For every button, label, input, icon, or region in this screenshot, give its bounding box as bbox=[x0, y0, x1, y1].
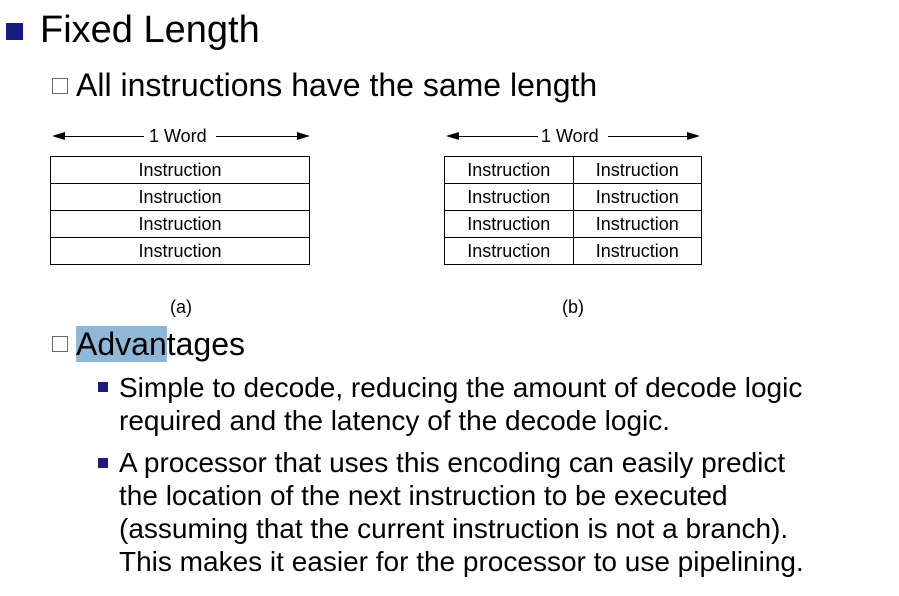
heading-bullet bbox=[6, 23, 23, 40]
instruction-cell: Instruction bbox=[444, 183, 574, 211]
ruler-label-b: 1 Word bbox=[541, 126, 599, 146]
right-arrow-icon bbox=[297, 132, 310, 140]
subheading-text: All instructions have the same length bbox=[76, 67, 598, 103]
table-row: Instruction Instruction bbox=[444, 237, 702, 265]
table-row: Instruction Instruction bbox=[444, 183, 702, 211]
instruction-table-a: Instruction Instruction Instruction Inst… bbox=[50, 156, 310, 265]
table-row: Instruction bbox=[50, 237, 310, 265]
instruction-cell: Instruction bbox=[50, 156, 310, 184]
word-ruler-a: 1 Word bbox=[52, 126, 310, 146]
instruction-cell: Instruction bbox=[50, 237, 310, 265]
title-rest-text: tages bbox=[166, 326, 246, 362]
instruction-cell: Instruction bbox=[444, 156, 574, 184]
list-item-bullet bbox=[98, 382, 108, 392]
caption-a: (a) bbox=[170, 297, 192, 317]
instruction-table-b: Instruction Instruction Instruction Inst… bbox=[444, 156, 702, 265]
instruction-cell: Instruction bbox=[50, 183, 310, 211]
advantages-bullet bbox=[52, 336, 68, 352]
caption-b: (b) bbox=[562, 297, 584, 317]
ruler-label-a: 1 Word bbox=[149, 126, 207, 146]
table-row: Instruction bbox=[50, 210, 310, 238]
right-arrow-icon bbox=[687, 132, 700, 140]
table-row: Instruction Instruction bbox=[444, 210, 702, 238]
instruction-cell: Instruction bbox=[572, 183, 702, 211]
list-item: Simple to decode, reducing the amount of… bbox=[119, 372, 803, 436]
instruction-cell: Instruction bbox=[572, 156, 702, 184]
instruction-cell: Instruction bbox=[50, 210, 310, 238]
list-item: A processor that uses this encoding can … bbox=[119, 447, 804, 577]
slide-heading: Fixed Length bbox=[40, 9, 260, 51]
instruction-cell: Instruction bbox=[444, 210, 574, 238]
subheading-bullet bbox=[52, 78, 68, 94]
instruction-cell: Instruction bbox=[572, 237, 702, 265]
table-row: Instruction bbox=[50, 156, 310, 184]
highlighted-text: Advan bbox=[76, 326, 167, 362]
word-ruler-b: 1 Word bbox=[446, 126, 700, 146]
advantages-title: Advantages bbox=[76, 325, 245, 363]
instruction-cell: Instruction bbox=[572, 210, 702, 238]
table-row: Instruction Instruction bbox=[444, 156, 702, 184]
instruction-cell: Instruction bbox=[444, 237, 574, 265]
list-item-bullet bbox=[98, 458, 108, 468]
table-row: Instruction bbox=[50, 183, 310, 211]
